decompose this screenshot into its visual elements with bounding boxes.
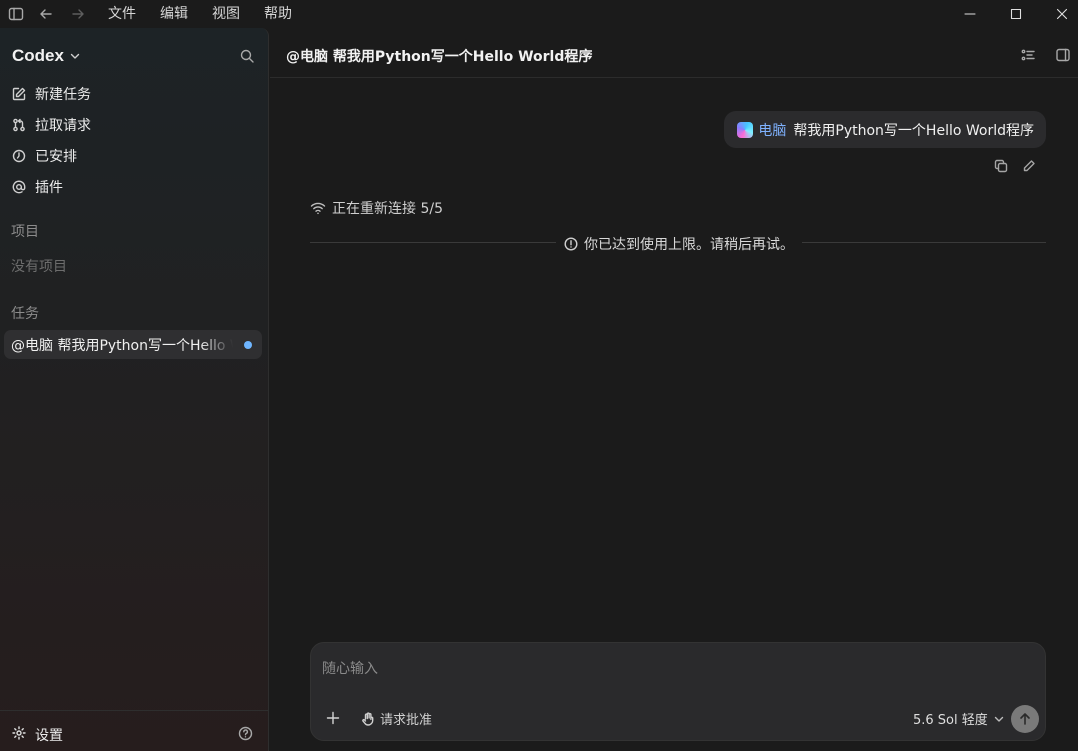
limit-text: 你已达到使用上限。请稍后再试。 — [584, 237, 794, 253]
model-selector[interactable]: 5.6 Sol 轻度 — [913, 709, 1005, 728]
sidebar-footer: 设置 — [0, 710, 269, 751]
approval-label: 请求批准 — [380, 713, 433, 728]
brand-name: Codex — [12, 46, 64, 65]
no-projects-text: 没有项目 — [11, 259, 67, 275]
reconnect-status: 正在重新连接 5/5 — [310, 198, 443, 218]
approval-mode-button[interactable]: 请求批准 — [361, 709, 432, 728]
unread-dot — [244, 341, 252, 349]
copy-icon[interactable] — [994, 159, 1008, 173]
task-title: @电脑 帮我用Python写一个Hello World程序 — [11, 337, 233, 354]
side-panel-icon[interactable] — [1056, 48, 1070, 62]
menu-bar: 文件 编辑 视图 帮助 — [108, 4, 316, 24]
projects-heading: 项目 — [11, 224, 39, 240]
main-panel: @电脑 帮我用Python写一个Hello World程序 电脑 帮我用Pyth… — [270, 28, 1078, 751]
user-message-bubble: 电脑 帮我用Python写一个Hello World程序 — [724, 111, 1046, 148]
send-button[interactable] — [1011, 705, 1039, 733]
more-options-icon[interactable] — [578, 46, 594, 62]
menu-file[interactable]: 文件 — [108, 4, 136, 24]
close-icon — [1056, 8, 1068, 20]
edit-icon — [12, 87, 26, 101]
forward-arrow-icon[interactable] — [70, 6, 86, 22]
composer: 随心输入 请求批准 5.6 Sol 轻度 — [310, 642, 1046, 741]
workspace-switcher[interactable]: Codex — [12, 46, 81, 66]
settings-button[interactable]: 设置 — [35, 725, 63, 745]
sidebar-item-label: 插件 — [35, 180, 63, 196]
task-list-icon[interactable] — [1021, 48, 1035, 62]
divider — [802, 242, 1046, 243]
title-bar: 文件 编辑 视图 帮助 — [0, 0, 1078, 28]
at-icon — [12, 180, 26, 194]
sidebar-item-new-task[interactable]: 新建任务 — [12, 83, 91, 105]
search-icon[interactable] — [239, 48, 255, 64]
wifi-icon — [310, 200, 326, 216]
edit-message-icon[interactable] — [1022, 159, 1036, 173]
back-arrow-icon[interactable] — [38, 6, 54, 22]
help-icon[interactable] — [238, 726, 253, 741]
computer-avatar-icon — [737, 121, 754, 138]
sidebar-item-pull-requests[interactable]: 拉取请求 — [12, 114, 91, 136]
menu-view[interactable]: 视图 — [212, 4, 240, 24]
clock-icon — [12, 149, 26, 163]
task-list-item[interactable]: @电脑 帮我用Python写一个Hello World程序 — [4, 330, 262, 359]
gear-icon[interactable] — [12, 726, 26, 740]
menu-edit[interactable]: 编辑 — [160, 4, 188, 24]
chevron-down-icon — [69, 50, 81, 62]
sidebar-item-scheduled[interactable]: 已安排 — [12, 145, 77, 167]
close-button[interactable] — [1039, 0, 1078, 28]
menu-help[interactable]: 帮助 — [264, 4, 292, 24]
model-label: 5.6 Sol 轻度 — [913, 713, 988, 728]
minimize-button[interactable] — [947, 0, 993, 28]
sidebar-item-plugins[interactable]: 插件 — [12, 176, 63, 198]
usage-limit-notice: 你已达到使用上限。请稍后再试。 — [310, 234, 1046, 254]
pull-request-icon — [12, 118, 26, 132]
maximize-button[interactable] — [993, 0, 1039, 28]
user-message-text: 帮我用Python写一个Hello World程序 — [793, 122, 1034, 139]
sidebar-item-label: 已安排 — [35, 149, 77, 165]
add-attachment-icon[interactable] — [326, 711, 340, 725]
tasks-heading: 任务 — [11, 306, 39, 322]
reconnect-text: 正在重新连接 5/5 — [332, 201, 443, 217]
conversation-header: @电脑 帮我用Python写一个Hello World程序 — [270, 28, 1078, 78]
limit-message: 你已达到使用上限。请稍后再试。 — [564, 234, 802, 254]
message-input[interactable]: 随心输入 — [322, 658, 378, 678]
info-icon — [564, 237, 578, 251]
minimize-icon — [964, 13, 976, 15]
hand-icon — [361, 711, 375, 726]
sidebar: Codex 新建任务 拉取请求 已安排 插件 项目 没有项目 任务 @电脑 帮我… — [0, 28, 269, 751]
divider — [310, 242, 556, 243]
toggle-sidebar-icon[interactable] — [8, 6, 24, 22]
chevron-down-icon — [993, 713, 1005, 725]
sidebar-item-label: 新建任务 — [35, 87, 91, 103]
maximize-icon — [1010, 8, 1022, 20]
mention-tag[interactable]: 电脑 — [758, 120, 786, 140]
page-title: @电脑 帮我用Python写一个Hello World程序 — [286, 49, 593, 65]
sidebar-item-label: 拉取请求 — [35, 118, 91, 134]
arrow-up-icon — [1020, 713, 1030, 725]
